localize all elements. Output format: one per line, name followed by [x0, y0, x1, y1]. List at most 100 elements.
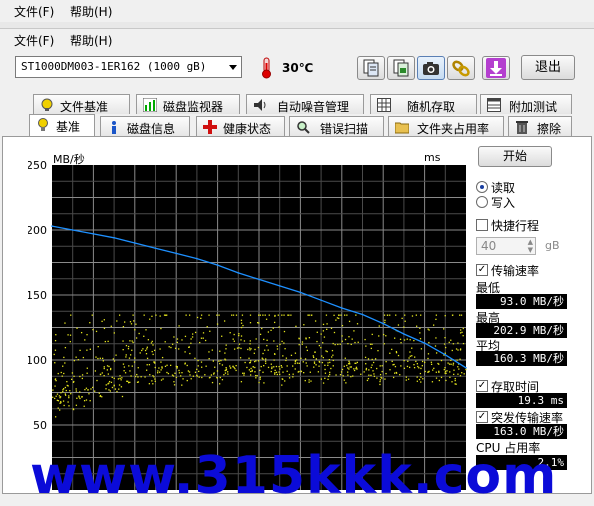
- tab-aam[interactable]: 自动噪音管理: [246, 94, 364, 114]
- access-time-point: [408, 357, 410, 359]
- max-value: 202.9 MB/秒: [476, 323, 567, 338]
- access-time-point: [125, 354, 127, 356]
- access-time-point: [414, 356, 416, 358]
- access-time-point: [438, 370, 440, 372]
- access-time-point: [276, 348, 279, 350]
- access-time-point: [305, 338, 307, 340]
- access-time-point: [69, 341, 71, 343]
- access-time-point: [274, 373, 276, 375]
- access-time-point: [381, 377, 383, 379]
- access-time-point: [298, 370, 300, 373]
- drive-select-value: ST1000DM003-1ER162 (1000 gB): [21, 60, 207, 73]
- access-time-point: [305, 346, 308, 348]
- access-time-point: [249, 322, 252, 324]
- access-time-point: [156, 372, 159, 374]
- access-time-point: [278, 371, 280, 373]
- quick-stroke-checkbox[interactable]: [476, 219, 488, 231]
- access-time-point: [265, 362, 267, 364]
- access-time-point: [188, 314, 191, 316]
- access-time-point: [419, 338, 422, 340]
- read-radio[interactable]: [476, 181, 488, 193]
- access-time-point: [261, 357, 263, 359]
- copy-text-button[interactable]: [357, 56, 385, 80]
- tab-disk-info[interactable]: 磁盘信息: [100, 116, 190, 136]
- transfer-rate-point: [423, 342, 426, 344]
- access-time-point: [61, 375, 63, 377]
- tab-health[interactable]: 健康状态: [196, 116, 285, 136]
- trash-icon: [515, 120, 529, 134]
- access-time-point: [324, 364, 326, 366]
- access-time-point: [415, 314, 417, 316]
- access-time-point: [160, 361, 162, 363]
- tab-file-benchmark[interactable]: 文件基准: [33, 94, 130, 114]
- access-time-point: [435, 371, 437, 373]
- access-time-point: [243, 372, 245, 374]
- access-time-point: [218, 314, 220, 316]
- access-time-point: [421, 360, 424, 363]
- menu-file[interactable]: 文件(F): [14, 32, 54, 49]
- tab-erase[interactable]: 擦除: [508, 116, 572, 136]
- tab-label: 自动噪音管理: [277, 100, 350, 114]
- start-button[interactable]: 开始: [478, 146, 552, 167]
- access-time-point: [216, 370, 219, 372]
- tab-label: 磁盘监视器: [163, 100, 224, 114]
- menu-help-bg[interactable]: 帮助(H): [70, 3, 112, 20]
- access-time-point: [351, 338, 353, 340]
- access-time-point: [146, 346, 148, 348]
- access-time-point: [68, 396, 70, 399]
- access-time-point: [253, 352, 255, 354]
- access-time-point: [84, 339, 86, 341]
- access-time-point: [244, 361, 246, 364]
- menu-file-bg[interactable]: 文件(F): [14, 3, 54, 20]
- access-time-point: [254, 348, 256, 351]
- access-time-point: [281, 340, 283, 343]
- access-time-point: [254, 366, 256, 369]
- access-time-point: [107, 340, 109, 343]
- screenshot-button[interactable]: [417, 56, 445, 80]
- access-time-point: [300, 357, 302, 359]
- menu-help[interactable]: 帮助(H): [70, 32, 112, 49]
- access-time-point: [128, 365, 130, 367]
- tab-label: 磁盘信息: [127, 122, 176, 136]
- exit-button[interactable]: 退出: [521, 55, 575, 80]
- tab-benchmark[interactable]: 基准: [29, 114, 95, 136]
- save-button[interactable]: [482, 56, 510, 80]
- tab-folder-usage[interactable]: 文件夹占用率: [388, 116, 504, 136]
- tab-random-access[interactable]: 随机存取: [370, 94, 477, 114]
- transfer-rate-checkbox[interactable]: ✓: [476, 264, 488, 276]
- access-time-point: [225, 348, 227, 350]
- access-time-point: [171, 343, 174, 345]
- access-time-point: [427, 353, 430, 355]
- access-time-point: [371, 333, 373, 336]
- access-time-point: [279, 368, 281, 370]
- tab-error-scan[interactable]: 错误扫描: [289, 116, 384, 136]
- access-time-point: [63, 356, 65, 359]
- access-time-point: [151, 380, 153, 382]
- tab-label: 健康状态: [223, 122, 272, 136]
- access-time-point: [403, 326, 405, 328]
- burst-rate-checkbox[interactable]: ✓: [476, 411, 488, 423]
- drive-select[interactable]: ST1000DM003-1ER162 (1000 gB): [15, 56, 242, 78]
- access-time-point: [111, 386, 114, 389]
- access-time-point: [330, 327, 333, 329]
- copy-image-button[interactable]: [387, 56, 415, 80]
- access-time-point: [72, 381, 75, 383]
- access-time-point: [248, 369, 251, 371]
- access-time-point: [240, 347, 242, 350]
- access-time-point: [131, 365, 133, 367]
- write-radio[interactable]: [476, 196, 488, 208]
- chevron-down-icon[interactable]: [229, 65, 237, 70]
- tab-disk-monitor[interactable]: 磁盘监视器: [136, 94, 240, 114]
- quick-stroke-spinner[interactable]: 40 ▲ ▼: [476, 237, 536, 255]
- access-time-point: [139, 352, 141, 354]
- spinner-arrows-icon[interactable]: ▲ ▼: [528, 238, 533, 254]
- access-time-point: [86, 372, 88, 374]
- access-time-point: [461, 372, 463, 374]
- download-arrow-icon: [486, 58, 506, 78]
- access-time-point: [347, 363, 350, 365]
- access-time-point: [288, 377, 291, 379]
- access-time-checkbox[interactable]: ✓: [476, 380, 488, 392]
- tab-extra-tests[interactable]: 附加测试: [480, 94, 572, 114]
- access-time-point: [232, 314, 235, 316]
- options-button[interactable]: [447, 56, 475, 80]
